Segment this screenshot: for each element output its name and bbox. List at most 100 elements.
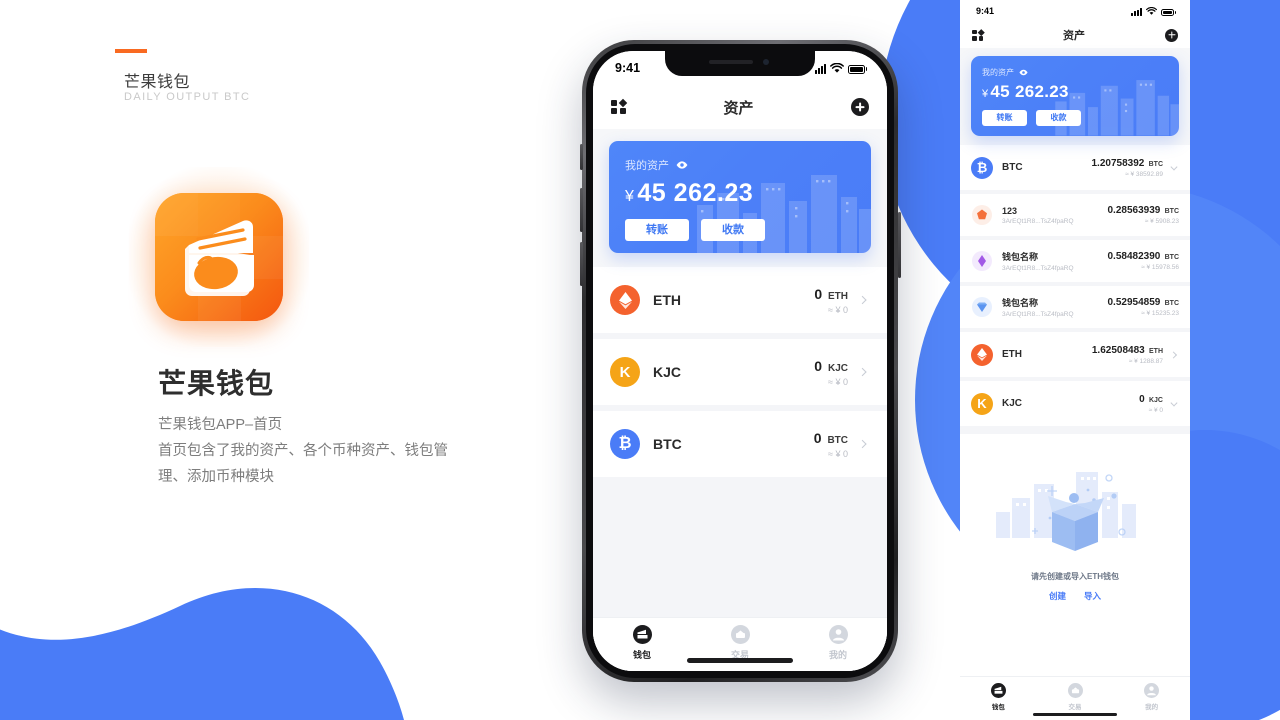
battery-icon [847, 64, 867, 74]
coin-fiat: ≈ ¥ 0 [828, 304, 848, 315]
wallet-sub-row[interactable]: 钱包名称 3ArEQt1R8...TsZ4fpaRQ 0.52954859 BT… [960, 286, 1190, 328]
btc-coin-icon: ₿ [610, 429, 640, 459]
coin-row-btc[interactable]: ₿ BTC 0 BTC ≈ ¥ 0 [593, 411, 887, 477]
amount-value: 45 262.23 [637, 179, 754, 207]
create-wallet-link[interactable]: 创建 [1049, 590, 1066, 602]
tab-exchange[interactable]: 交易 [691, 625, 789, 671]
plus-circle-icon[interactable] [1165, 28, 1178, 42]
coin-values: 0 ETH ≈ ¥ 0 [814, 286, 848, 315]
coin-amount: 0 KJC [1139, 394, 1163, 405]
empty-state: 请先创建或导入ETH钱包 创建 导入 [960, 434, 1190, 616]
asset-card-zone: 我的资产 ¥45 262.23 转账 收款 [960, 48, 1190, 145]
home-indicator[interactable] [1033, 712, 1117, 716]
eth-coin-icon [610, 285, 640, 315]
volume-up-button[interactable] [579, 188, 583, 232]
my-assets-label: 我的资产 [625, 160, 669, 172]
card-actions: 转账 收款 [625, 219, 855, 241]
chevron-down-icon[interactable] [1168, 398, 1179, 409]
empty-state-actions: 创建 导入 [960, 590, 1190, 602]
wallet-diamond-purple-icon [971, 250, 993, 272]
tab-label: 我的 [828, 650, 847, 660]
desc-line-1: 芒果钱包APP–首页 [158, 417, 283, 433]
grid-menu-icon[interactable] [611, 99, 626, 115]
status-icons [814, 62, 867, 74]
earpiece-speaker [709, 60, 753, 64]
bottom-tab-bar: 钱包 交易 我的 [960, 676, 1190, 720]
chevron-right-icon[interactable] [856, 437, 870, 451]
kjc-coin-icon: K [610, 357, 640, 387]
app-icon-container [129, 167, 309, 347]
transfer-button[interactable]: 转账 [982, 110, 1027, 126]
card-actions: 转账 收款 [982, 110, 1168, 126]
silent-switch[interactable] [579, 144, 583, 170]
cellular-signal-icon [1131, 8, 1143, 16]
coin-values: 1.62508483 ETH ≈ ¥ 1288.87 [1092, 345, 1163, 365]
wallet-sub-row[interactable]: 钱包名称 3ArEQt1R8...TsZ4fpaRQ 0.58482390 BT… [960, 240, 1190, 282]
wallet-fiat: ≈ ¥ 5908.23 [1144, 218, 1179, 225]
coin-row-eth[interactable]: ETH 1.62508483 ETH ≈ ¥ 1288.87 [960, 332, 1190, 377]
tab-profile[interactable]: 我的 [1113, 683, 1190, 720]
accent-rule [115, 49, 147, 53]
left-info-column: 芒果钱包 DAILY OUTPUT BTC 芒果钱包 芒果钱包APP–首页 首页… [0, 0, 520, 720]
row-divider [960, 426, 1190, 434]
volume-down-button[interactable] [579, 242, 583, 286]
coin-fiat: ≈ ¥ 0 [1148, 406, 1163, 414]
coin-unit: ETH [1149, 347, 1163, 355]
coin-row-btc[interactable]: ₿ BTC 1.20758392 BTC ≈ ¥ 38592.89 [960, 145, 1190, 190]
battery-icon [1161, 8, 1176, 16]
status-time: 9:41 [976, 6, 995, 16]
coin-name: ETH [653, 292, 681, 308]
chevron-down-icon[interactable] [1168, 162, 1179, 173]
wallet-unit: BTC [1164, 254, 1179, 261]
tab-label: 交易 [1068, 704, 1082, 711]
eye-visibility-icon[interactable] [1019, 68, 1028, 77]
plus-circle-icon[interactable] [850, 98, 869, 116]
wallet-title: 钱包名称 [1002, 298, 1039, 308]
tab-wallet[interactable]: 钱包 [960, 683, 1037, 720]
coin-fiat: ≈ ¥ 0 [828, 376, 848, 387]
coin-row-kjc[interactable]: K KJC 0 KJC ≈ ¥ 0 [593, 339, 887, 405]
coin-name: BTC [1002, 162, 1023, 173]
chevron-right-icon[interactable] [856, 293, 870, 307]
coin-name: KJC [1002, 398, 1023, 409]
grid-menu-icon[interactable] [972, 29, 983, 41]
my-assets-card[interactable]: 我的资产 ¥45 262.23 转账 收款 [609, 141, 871, 253]
coin-row-eth[interactable]: ETH 0 ETH ≈ ¥ 0 [593, 267, 887, 333]
coin-row-kjc[interactable]: K KJC 0 KJC ≈ ¥ 0 [960, 381, 1190, 426]
chevron-right-icon[interactable] [856, 365, 870, 379]
coin-amount: 0 KJC [814, 358, 848, 374]
app-nav-bar: 资产 [960, 22, 1190, 48]
wallet-title: 钱包名称 [1002, 252, 1039, 262]
desc-line-2: 首页包含了我的资产、各个币种资产、钱包管 [158, 443, 448, 459]
wallet-fiat: ≈ ¥ 15978.56 [1141, 264, 1179, 271]
nav-title: 资产 [723, 99, 754, 117]
import-wallet-link[interactable]: 导入 [1084, 590, 1101, 602]
coin-unit: ETH [828, 290, 848, 302]
wallet-amount: 0.52954859 BTC [1107, 297, 1179, 308]
status-time: 9:41 [615, 61, 641, 75]
status-icons [1131, 6, 1176, 16]
receive-button[interactable]: 收款 [1036, 110, 1081, 126]
receive-button[interactable]: 收款 [701, 219, 765, 241]
my-assets-card[interactable]: 我的资产 ¥45 262.23 转账 收款 [971, 56, 1179, 136]
wallet-sub-row[interactable]: 123 3ArEQt1R8...TsZ4fpaRQ 0.28563939 BTC… [960, 194, 1190, 236]
tab-label: 钱包 [991, 704, 1005, 711]
coin-values: 0 BTC ≈ ¥ 0 [814, 430, 848, 459]
right-screen-panel: 9:41 资产 我的资产 ¥ 45 262.23 转账 收款 ₿ BTC 1.2… [960, 0, 1190, 720]
coin-name: ETH [1002, 349, 1022, 360]
brand-name-small: 芒果钱包 [124, 74, 191, 91]
phone-notch [665, 51, 815, 76]
coin-name: KJC [653, 364, 682, 380]
home-indicator[interactable] [687, 658, 793, 663]
my-assets-label: 我的资产 [982, 68, 1014, 77]
chevron-right-icon[interactable] [1168, 349, 1179, 360]
tab-label: 我的 [1145, 704, 1159, 711]
app-nav-bar: 资产 [593, 85, 887, 129]
desc-line-3: 理、添加币种模块 [158, 469, 274, 485]
transfer-button[interactable]: 转账 [625, 219, 689, 241]
coin-fiat: ≈ ¥ 38592.89 [1125, 170, 1163, 178]
eye-visibility-icon[interactable] [676, 159, 688, 171]
power-button[interactable] [897, 212, 901, 278]
wallet-address: 3ArEQt1R8...TsZ4fpaRQ [1002, 265, 1074, 272]
cellular-signal-icon [814, 63, 826, 74]
